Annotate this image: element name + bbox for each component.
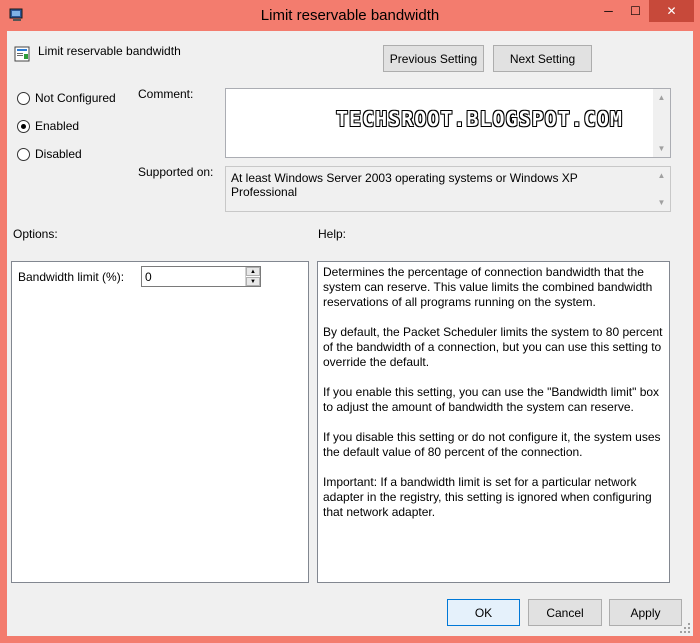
- chevron-down-icon[interactable]: ▼: [653, 194, 670, 211]
- options-panel: Bandwidth limit (%): 0 ▲ ▼: [11, 261, 309, 583]
- close-button[interactable]: ✕: [649, 0, 694, 22]
- radio-label: Enabled: [35, 119, 80, 133]
- help-paragraph: By default, the Packet Scheduler limits …: [323, 325, 663, 369]
- chevron-up-icon[interactable]: ▲: [653, 167, 670, 184]
- spin-buttons: ▲ ▼: [245, 267, 260, 286]
- help-paragraph: If you disable this setting or do not co…: [323, 430, 661, 459]
- maximize-icon: ☐: [630, 4, 641, 18]
- ok-label: OK: [474, 605, 493, 620]
- next-setting-button[interactable]: Next Setting: [493, 45, 592, 72]
- radio-label: Disabled: [35, 147, 82, 161]
- policy-icon: [14, 46, 30, 62]
- apply-label: Apply: [630, 605, 661, 620]
- options-label: Options:: [13, 227, 58, 241]
- bandwidth-limit-stepper[interactable]: 0 ▲ ▼: [141, 266, 261, 287]
- previous-setting-button[interactable]: Previous Setting: [383, 45, 484, 72]
- chevron-down-icon[interactable]: ▼: [246, 277, 260, 286]
- radio-circle[interactable]: [17, 147, 30, 161]
- ok-button[interactable]: OK: [447, 599, 520, 626]
- previous-setting-label: Previous Setting: [389, 51, 478, 66]
- radio-label: Not Configured: [35, 91, 116, 105]
- supported-on-label: Supported on:: [138, 165, 214, 179]
- help-paragraph: If you enable this setting, you can use …: [323, 385, 660, 414]
- radio-circle[interactable]: [17, 119, 30, 133]
- radio-enabled[interactable]: Enabled: [17, 119, 79, 133]
- dialog-client-area: Limit reservable bandwidth Previous Sett…: [7, 31, 693, 636]
- policy-name: Limit reservable bandwidth: [38, 44, 181, 58]
- next-setting-label: Next Setting: [509, 51, 576, 66]
- radio-circle[interactable]: [17, 91, 30, 105]
- cancel-button[interactable]: Cancel: [528, 599, 602, 626]
- watermark-text: TECHSROOT.BLOGSPOT.COM: [336, 107, 623, 131]
- help-panel: Determines the percentage of connection …: [317, 261, 670, 583]
- supported-on-box: At least Windows Server 2003 operating s…: [225, 166, 671, 212]
- apply-button[interactable]: Apply: [609, 599, 682, 626]
- chevron-down-icon[interactable]: ▼: [653, 140, 670, 157]
- chevron-up-icon[interactable]: ▲: [246, 267, 260, 276]
- help-paragraph: Important: If a bandwidth limit is set f…: [323, 475, 652, 519]
- comment-textbox[interactable]: TECHSROOT.BLOGSPOT.COM ▲ ▼: [225, 88, 671, 158]
- comment-label: Comment:: [138, 87, 194, 101]
- help-text: Determines the percentage of connection …: [323, 265, 666, 535]
- title-bar[interactable]: Limit reservable bandwidth ─ ☐ ✕: [0, 0, 700, 32]
- chevron-up-icon[interactable]: ▲: [653, 89, 670, 106]
- bandwidth-limit-label: Bandwidth limit (%):: [18, 270, 125, 284]
- bandwidth-limit-value[interactable]: 0: [145, 270, 152, 284]
- supported-on-value: At least Windows Server 2003 operating s…: [231, 171, 578, 199]
- help-label: Help:: [318, 227, 347, 241]
- help-paragraph: Determines the percentage of connection …: [323, 265, 653, 309]
- supported-scrollbar[interactable]: ▲ ▼: [653, 167, 670, 211]
- comment-scrollbar[interactable]: ▲ ▼: [653, 89, 670, 157]
- minimize-icon: ─: [604, 4, 613, 18]
- radio-disabled[interactable]: Disabled: [17, 147, 82, 161]
- close-icon: ✕: [666, 4, 677, 18]
- minimize-button[interactable]: ─: [595, 0, 622, 22]
- resize-grip-icon[interactable]: [679, 622, 691, 634]
- radio-not-configured[interactable]: Not Configured: [17, 91, 116, 105]
- cancel-label: Cancel: [546, 605, 584, 620]
- dialog-window: Limit reservable bandwidth ─ ☐ ✕ Limit r…: [0, 0, 700, 643]
- maximize-button[interactable]: ☐: [622, 0, 649, 22]
